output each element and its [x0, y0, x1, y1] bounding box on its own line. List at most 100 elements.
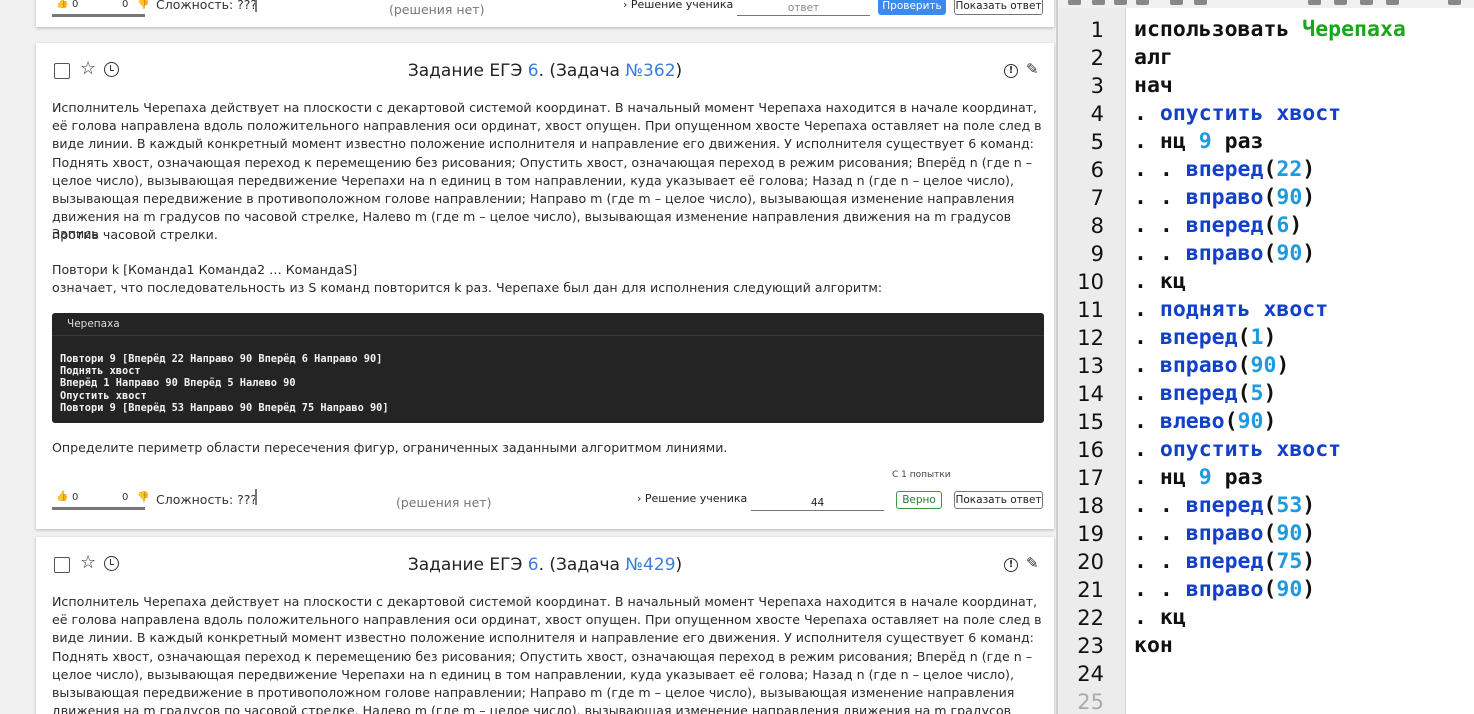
code-token: ): [1289, 213, 1303, 238]
show-answer-button[interactable]: Показать ответ: [954, 491, 1043, 509]
info-icon[interactable]: !: [1004, 558, 1018, 572]
code-token: 90: [1237, 409, 1264, 434]
code-token: ): [1302, 185, 1316, 210]
code-token: вперед: [1185, 493, 1264, 518]
code-line[interactable]: . . вправо(90): [1134, 184, 1315, 212]
problem-number-link[interactable]: №362: [625, 61, 675, 81]
code-token: ): [1302, 549, 1316, 574]
line-number: 17: [1077, 466, 1104, 490]
code-line[interactable]: . опустить хвост: [1134, 436, 1341, 464]
code-token: 9: [1198, 129, 1212, 154]
dislikes-count: 0: [122, 0, 129, 10]
code-language-label: Черепаха: [67, 318, 120, 330]
code-line[interactable]: . . вперед(75): [1134, 548, 1315, 576]
task-number-link[interactable]: 6: [528, 61, 539, 81]
code-text: Повтори 9 [Вперёд 22 Направо 90 Вперёд 6…: [60, 353, 389, 414]
toolbar-button[interactable]: [1360, 0, 1373, 5]
likes-count: 0: [72, 0, 79, 10]
code-line[interactable]: нач: [1134, 72, 1173, 100]
editor-toolbar: [1058, 0, 1474, 8]
code-token: использовать: [1134, 17, 1303, 42]
answer-input[interactable]: [737, 0, 870, 16]
code-line[interactable]: . . вперед(6): [1134, 212, 1302, 240]
edit-icon[interactable]: ✎: [1026, 60, 1039, 78]
show-answer-button[interactable]: Показать ответ: [954, 0, 1043, 15]
dislikes-count: 0: [122, 492, 129, 503]
line-number: 15: [1077, 410, 1104, 434]
code-line[interactable]: . опустить хвост: [1134, 100, 1341, 128]
toolbar-button[interactable]: [1114, 0, 1127, 5]
line-number: 6: [1090, 158, 1104, 182]
student-solution-toggle[interactable]: › Решение ученика: [637, 492, 747, 505]
code-token: . .: [1134, 185, 1186, 210]
line-number: 4: [1090, 102, 1104, 126]
code-line[interactable]: . вперед(5): [1134, 380, 1276, 408]
code-line[interactable]: . . вперед(22): [1134, 156, 1315, 184]
task-footer: 👍 0 0 👎 Сложность: ??? (решения нет) › Р…: [36, 0, 1054, 40]
code-line[interactable]: . . вправо(90): [1134, 240, 1315, 268]
task-title: Задание ЕГЭ 6. (Задача №429): [407, 555, 683, 575]
info-icon[interactable]: !: [1004, 64, 1018, 78]
code-token: раз: [1211, 129, 1264, 154]
correct-badge: Верно: [896, 491, 942, 509]
code-line[interactable]: кон: [1134, 632, 1173, 660]
toolbar-button[interactable]: [1170, 0, 1183, 5]
line-number: 7: [1090, 186, 1104, 210]
toolbar-button[interactable]: [1068, 0, 1081, 5]
code-token: влево: [1159, 409, 1225, 434]
student-solution-label: Решение ученика: [644, 492, 748, 505]
code-line[interactable]: . кц: [1134, 268, 1186, 296]
thumbs-down-icon[interactable]: 👎: [137, 492, 149, 503]
code-line[interactable]: . вправо(90): [1134, 352, 1289, 380]
task-footer: С 1 попытки 👍 0 0 👎 Сложность: ??? (реше…: [36, 470, 1054, 529]
answer-input[interactable]: [751, 495, 884, 511]
student-solution-toggle[interactable]: › Решение ученика: [623, 0, 733, 11]
code-token: ): [1302, 521, 1316, 546]
task-number-link[interactable]: 6: [528, 555, 539, 575]
code-line[interactable]: . . вправо(90): [1134, 520, 1315, 548]
code-token: 1: [1250, 325, 1264, 350]
toolbar-button[interactable]: [1136, 0, 1149, 5]
code-token: вправо: [1159, 353, 1238, 378]
repeat-syntax: Повтори k [Команда1 Команда2 … КомандаS]: [52, 262, 358, 277]
rating-widget: 👍 0 0 👎: [52, 0, 149, 17]
check-button[interactable]: Проверить: [878, 0, 946, 15]
code-line[interactable]: алг: [1134, 44, 1173, 72]
code-token: ): [1302, 157, 1316, 182]
rating-bar: [52, 507, 145, 510]
code-line[interactable]: . вперед(1): [1134, 324, 1276, 352]
code-line[interactable]: . влево(90): [1134, 408, 1276, 436]
toolbar-button[interactable]: [1308, 0, 1321, 5]
task-card-previous: 👍 0 0 👎 Сложность: ??? (решения нет) › Р…: [36, 0, 1054, 27]
code-line[interactable]: использовать Черепаха: [1134, 16, 1406, 44]
toolbar-button[interactable]: [1334, 0, 1347, 5]
toolbar-button[interactable]: [1448, 0, 1461, 5]
toolbar-button[interactable]: [1386, 0, 1399, 5]
code-line[interactable]: . кц: [1134, 604, 1186, 632]
code-editor[interactable]: 1 2 3 4 5 6 7 8 9 10 11 12 13 14 15 16 17 18 19 20 21 22 23 24 2…: [1056, 0, 1474, 714]
code-token: ): [1263, 381, 1277, 406]
line-number: 14: [1077, 382, 1104, 406]
thumbs-up-icon[interactable]: 👍: [56, 491, 68, 502]
edit-icon[interactable]: ✎: [1026, 554, 1039, 572]
toolbar-button[interactable]: [1194, 0, 1207, 5]
line-number: 10: [1077, 270, 1104, 294]
code-line[interactable]: . поднять хвост: [1134, 296, 1328, 324]
code-token: . кц: [1134, 269, 1186, 294]
code-token: .: [1134, 297, 1147, 322]
code-line[interactable]: . . вперед(53): [1134, 492, 1315, 520]
thumbs-down-icon[interactable]: 👎: [137, 0, 149, 10]
code-line[interactable]: . . вправо(90): [1134, 576, 1315, 604]
code-token: алг: [1134, 45, 1173, 70]
toolbar-button[interactable]: [1092, 0, 1105, 5]
thumbs-up-icon[interactable]: 👍: [56, 0, 68, 9]
code-line[interactable]: . нц 9 раз: [1134, 464, 1263, 492]
problem-number-link[interactable]: №429: [625, 555, 675, 575]
line-number: 25: [1077, 690, 1104, 714]
code-line[interactable]: . нц 9 раз: [1134, 128, 1263, 156]
task-header: ☆ Задание ЕГЭ 6. (Задача №362) ! ✎: [36, 43, 1054, 99]
task-question: Определите периметр области пересечения …: [52, 440, 728, 455]
code-token: . .: [1134, 241, 1186, 266]
line-number: 11: [1077, 298, 1104, 322]
line-number: 23: [1077, 634, 1104, 658]
